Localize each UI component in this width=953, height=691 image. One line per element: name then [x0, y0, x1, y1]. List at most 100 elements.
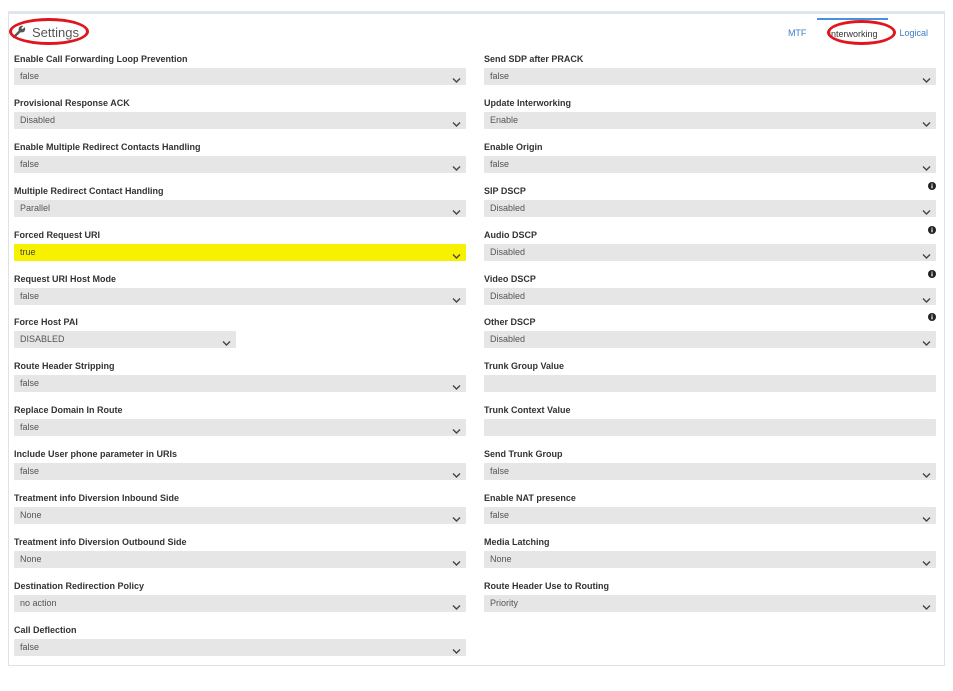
select-route-header-use-to-routing[interactable]: Priority: [484, 594, 936, 612]
label-forced-request-uri: Forced Request URI: [14, 229, 101, 240]
label-enable-nat-presence: Enable NAT presence: [484, 493, 576, 503]
chevron-down-icon: [922, 556, 931, 566]
chevron-down-icon: [922, 336, 931, 347]
value-media-latching: None: [490, 553, 512, 564]
label-call-deflection: Call Deflection: [14, 624, 77, 635]
value-destination-redirection-policy: no action: [20, 597, 57, 608]
select-sip-dscp[interactable]: Disabled: [484, 199, 936, 217]
tab-mtf[interactable]: MTF: [777, 18, 818, 44]
select-request-uri-host-mode[interactable]: false: [14, 287, 466, 305]
chevron-down-icon: [452, 293, 461, 303]
label-treatment-info-diversion-inbound-side: Treatment info Diversion Inbound Side: [14, 493, 180, 503]
chevron-down-icon: [452, 117, 461, 127]
info-icon[interactable]: [928, 313, 936, 322]
chevron-down-icon: [922, 73, 931, 83]
wrench-icon: [12, 25, 26, 39]
info-icon[interactable]: [928, 269, 936, 278]
field-video-dscp: Video DSCP Disabled: [484, 269, 936, 306]
label-destination-redirection-policy: Destination Redirection Policy: [14, 580, 145, 591]
select-provisional-response-ack[interactable]: Disabled: [14, 111, 466, 129]
label-treatment-info-diversion-outbound-side: Treatment info Diversion Outbound Side: [14, 536, 187, 547]
value-force-host-pai: DISABLED: [20, 334, 65, 345]
select-other-dscp[interactable]: Disabled: [484, 331, 936, 349]
info-icon[interactable]: [928, 225, 936, 234]
chevron-down-icon: [452, 556, 461, 566]
field-provisional-response-ack: Provisional Response ACK Disabled: [14, 98, 466, 130]
field-treatment-info-diversion-inbound-side: Treatment info Diversion Inbound Side Non…: [14, 493, 466, 525]
field-sip-dscp: SIP DSCP Disabled: [484, 181, 936, 218]
value-treatment-info-diversion-outbound-side: None: [20, 553, 42, 564]
chevron-down-icon: [452, 380, 461, 391]
label-media-latching: Media Latching: [484, 536, 550, 547]
field-media-latching: Media Latching None: [484, 537, 936, 569]
chevron-down-icon: [452, 249, 461, 259]
input-trunk-group-value[interactable]: [484, 375, 936, 393]
chevron-down-icon: [922, 117, 931, 127]
tab-logical[interactable]: Logical: [888, 18, 939, 44]
value-call-deflection: false: [20, 641, 40, 652]
label-enable-origin: Enable Origin: [484, 141, 543, 152]
chevron-down-icon: [922, 468, 931, 479]
select-replace-domain-in-route[interactable]: false: [14, 419, 466, 437]
label-provisional-response-ack: Provisional Response ACK: [14, 97, 130, 108]
field-update-interworking: Update Interworking Enable: [484, 98, 936, 130]
select-send-sdp-after-prack[interactable]: false: [484, 68, 936, 85]
label-route-header-stripping: Route Header Stripping: [14, 361, 115, 372]
label-route-header-use-to-routing: Route Header Use to Routing: [484, 580, 610, 591]
label-trunk-context-value: Trunk Context Value: [484, 405, 571, 416]
field-multiple-redirect-contact-handling: Multiple Redirect Contact Handling Parall…: [14, 186, 466, 218]
field-enable-multiple-redirect-contacts-handling: Enable Multiple Redirect Contacts Handli…: [14, 142, 466, 174]
select-call-deflection[interactable]: false: [14, 638, 466, 656]
field-include-user-phone-parameter-in-uris: Include User phone parameter in URIs fals…: [14, 449, 466, 481]
value-sip-dscp: Disabled: [490, 202, 526, 213]
label-other-dscp: Other DSCP: [484, 317, 536, 328]
field-trunk-context-value: Trunk Context Value: [484, 405, 936, 437]
chevron-down-icon: [922, 161, 931, 171]
chevron-down-icon: [452, 468, 461, 479]
select-treatment-info-diversion-inbound-side[interactable]: None: [14, 507, 466, 524]
chevron-down-icon: [452, 424, 461, 435]
label-trunk-group-value: Trunk Group Value: [484, 361, 565, 372]
value-send-sdp-after-prack: false: [490, 71, 510, 81]
chevron-down-icon: [922, 205, 931, 215]
select-media-latching[interactable]: None: [484, 550, 936, 568]
tab-interworking[interactable]: Interworking: [817, 18, 889, 44]
label-send-trunk-group: Send Trunk Group: [484, 449, 563, 460]
select-destination-redirection-policy[interactable]: no action: [14, 594, 466, 612]
value-enable-origin: false: [490, 158, 510, 169]
value-replace-domain-in-route: false: [20, 422, 40, 433]
chevron-down-icon: [452, 600, 461, 610]
select-forced-request-uri[interactable]: true: [14, 243, 466, 261]
field-route-header-stripping: Route Header Stripping false: [14, 361, 466, 393]
chevron-down-icon: [922, 249, 931, 259]
chevron-down-icon: [222, 336, 231, 347]
input-trunk-context-value[interactable]: [484, 419, 936, 437]
chevron-down-icon: [922, 512, 931, 522]
select-multiple-redirect-contact-handling[interactable]: Parallel: [14, 199, 466, 217]
select-update-interworking[interactable]: Enable: [484, 111, 936, 129]
field-force-host-pai: Force Host PAI DISABLED: [14, 317, 466, 349]
select-force-host-pai[interactable]: DISABLED: [14, 331, 236, 349]
select-send-trunk-group[interactable]: false: [484, 463, 936, 481]
select-route-header-stripping[interactable]: false: [14, 375, 466, 393]
select-audio-dscp[interactable]: Disabled: [484, 243, 936, 261]
chevron-down-icon: [452, 161, 461, 171]
field-send-trunk-group: Send Trunk Group false: [484, 449, 936, 481]
select-enable-nat-presence[interactable]: false: [484, 507, 936, 524]
field-enable-call-forwarding-loop-prevention: Enable Call Forwarding Loop Prevention fa…: [14, 54, 466, 86]
chevron-down-icon: [452, 73, 461, 83]
select-include-user-phone-parameter-in-uris[interactable]: false: [14, 463, 466, 481]
select-enable-multiple-redirect-contacts-handling[interactable]: false: [14, 155, 466, 173]
page-title: Settings: [12, 22, 79, 42]
value-multiple-redirect-contact-handling: Parallel: [20, 202, 51, 213]
select-video-dscp[interactable]: Disabled: [484, 287, 936, 305]
select-enable-origin[interactable]: false: [484, 155, 936, 173]
select-enable-call-forwarding-loop-prevention[interactable]: false: [14, 68, 466, 85]
select-treatment-info-diversion-outbound-side[interactable]: None: [14, 550, 466, 568]
field-other-dscp: Other DSCP Disabled: [484, 313, 936, 349]
page-title-text: Settings: [32, 24, 79, 40]
info-icon[interactable]: [928, 181, 936, 190]
field-request-uri-host-mode: Request URI Host Mode false: [14, 274, 466, 306]
field-call-deflection: Call Deflection false: [14, 625, 466, 657]
chevron-down-icon: [452, 644, 461, 654]
